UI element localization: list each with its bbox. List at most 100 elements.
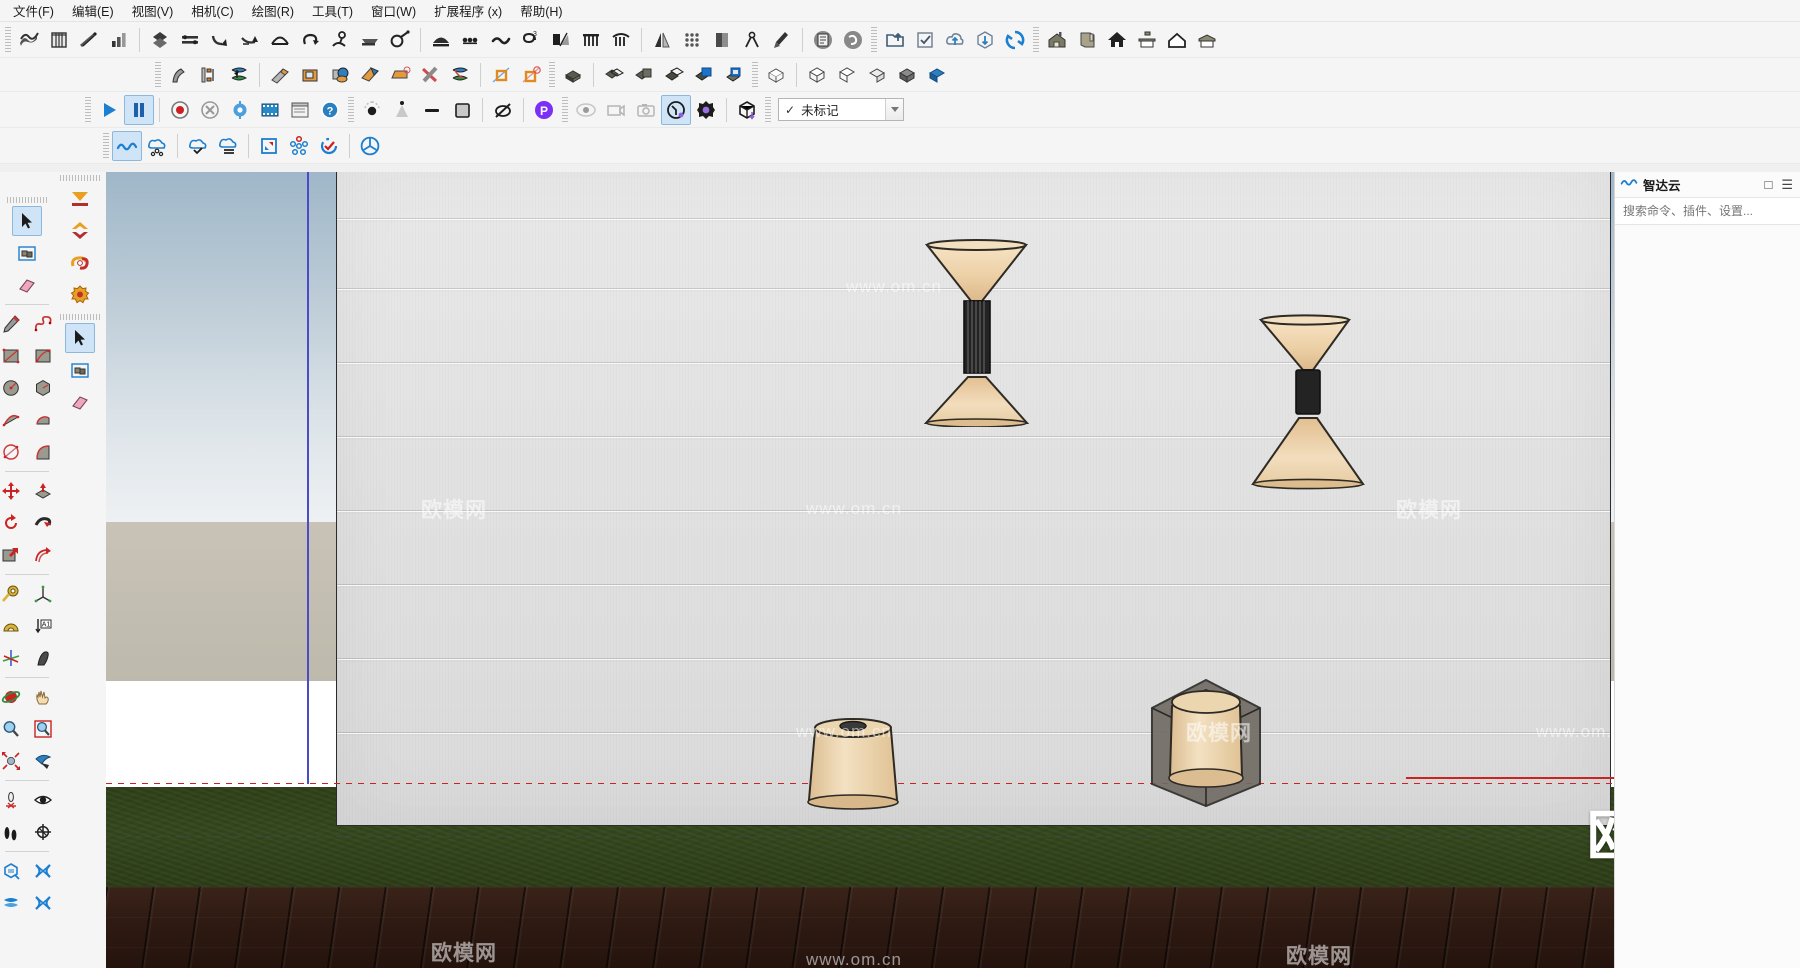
select-box-icon[interactable] — [65, 355, 95, 385]
walk-icon[interactable] — [0, 817, 26, 847]
wedge-icon[interactable] — [265, 60, 295, 90]
ext-cube-icon[interactable] — [0, 856, 26, 886]
fence-icon[interactable] — [576, 25, 606, 55]
solid-split-icon[interactable] — [295, 25, 325, 55]
box-cut-icon[interactable] — [295, 60, 325, 90]
menu-view[interactable]: 视图(V) — [123, 0, 183, 22]
stop-icon[interactable] — [195, 95, 225, 125]
pendant-lamp-small[interactable] — [1251, 312, 1366, 492]
house-flat-icon[interactable] — [1192, 25, 1222, 55]
toolbar-grip[interactable] — [871, 26, 877, 53]
solid-blue2-icon[interactable] — [719, 60, 749, 90]
circle-icon[interactable] — [0, 373, 26, 403]
book-icon[interactable] — [707, 25, 737, 55]
sandbox-grid-icon[interactable] — [44, 25, 74, 55]
cleanup-icon[interactable] — [767, 25, 797, 55]
checkbox-icon[interactable] — [910, 25, 940, 55]
move-icon[interactable] — [0, 476, 26, 506]
cloud-share-icon[interactable] — [142, 131, 172, 161]
scale-icon[interactable] — [0, 540, 26, 570]
area-light-icon[interactable] — [447, 95, 477, 125]
array-icon[interactable] — [677, 25, 707, 55]
dynamic-component-icon[interactable] — [325, 25, 355, 55]
gear-orange-icon[interactable] — [65, 280, 95, 310]
sun-icon[interactable] — [661, 94, 691, 125]
photo-icon[interactable] — [631, 95, 661, 125]
no-light-icon[interactable] — [488, 95, 518, 125]
table-lamp-round[interactable] — [793, 712, 913, 817]
toolbar-grip[interactable] — [752, 61, 758, 88]
solid-union-icon[interactable] — [145, 25, 175, 55]
round-corner-icon[interactable] — [325, 60, 355, 90]
fold-icon[interactable] — [355, 60, 385, 90]
camera-frame-icon[interactable] — [601, 95, 631, 125]
tag-select[interactable]: ✓ 未标记 — [778, 98, 904, 121]
home-icon[interactable] — [1102, 25, 1132, 55]
menu-file[interactable]: 文件(F) — [4, 0, 63, 22]
orbit-icon[interactable] — [0, 682, 26, 712]
toolbar-grip[interactable] — [562, 96, 568, 123]
rotate-icon[interactable] — [0, 508, 26, 538]
shaded-cube-icon[interactable] — [892, 60, 922, 90]
open-folder-up-icon[interactable] — [880, 25, 910, 55]
menu-edit[interactable]: 编辑(E) — [63, 0, 123, 22]
solid-union2-icon[interactable] — [659, 60, 689, 90]
arc3p-icon[interactable] — [0, 437, 26, 467]
toolbar-grip[interactable] — [348, 96, 354, 123]
select-arrow-icon[interactable] — [11, 206, 42, 236]
zoom-icon[interactable] — [0, 714, 26, 744]
sandbox-stamp-icon[interactable] — [104, 25, 134, 55]
menu-window[interactable]: 窗口(W) — [362, 0, 425, 22]
protractor-icon[interactable] — [0, 611, 26, 641]
table-lamp-square[interactable] — [1146, 672, 1266, 812]
follow-path-icon[interactable] — [224, 60, 254, 90]
axes-origin-icon[interactable] — [0, 643, 26, 673]
cloud-upload-icon[interactable] — [940, 25, 970, 55]
wire-cube2-icon[interactable] — [802, 60, 832, 90]
solid-stack-icon[interactable] — [558, 60, 588, 90]
model-download-icon[interactable] — [970, 25, 1000, 55]
wire-cube-icon[interactable] — [761, 60, 791, 90]
resize-icon[interactable] — [254, 131, 284, 161]
arc-curve-icon[interactable] — [426, 25, 456, 55]
shading-icon[interactable] — [546, 25, 576, 55]
panel-maximize-button[interactable]: □ — [1764, 177, 1772, 193]
toolbar-grip[interactable] — [59, 314, 100, 320]
wire-cube4-icon[interactable] — [862, 60, 892, 90]
film-icon[interactable] — [255, 95, 285, 125]
toolbar-grip[interactable] — [155, 61, 161, 88]
eraser-icon[interactable] — [65, 387, 95, 417]
lasso-orange-icon[interactable] — [65, 248, 95, 278]
pause-icon[interactable] — [124, 94, 154, 125]
book-3d-icon[interactable] — [1072, 25, 1102, 55]
square-delete-icon[interactable] — [516, 60, 546, 90]
toolbar-grip[interactable] — [5, 26, 11, 53]
chrome-circle-icon[interactable] — [355, 131, 385, 161]
point-light-icon[interactable] — [357, 95, 387, 125]
house-chimney-icon[interactable] — [1132, 25, 1162, 55]
linear-light-icon[interactable] — [417, 95, 447, 125]
toolbar-grip[interactable] — [59, 175, 100, 181]
pencil-shape-icon[interactable] — [164, 60, 194, 90]
spiral-icon[interactable]: 3 — [516, 25, 546, 55]
settings-blue-icon[interactable] — [225, 95, 255, 125]
dynamic-interact-icon[interactable] — [355, 25, 385, 55]
advanced-attributes-icon[interactable] — [385, 25, 415, 55]
solid-wire-icon[interactable] — [599, 60, 629, 90]
ext-layers-icon[interactable] — [0, 888, 26, 918]
house-outline-icon[interactable] — [1162, 25, 1192, 55]
select-box-icon[interactable] — [12, 238, 42, 268]
record-icon[interactable] — [165, 95, 195, 125]
sandbox-slope-icon[interactable] — [74, 25, 104, 55]
solid-intersect-icon[interactable] — [265, 25, 295, 55]
rectangle-icon[interactable] — [0, 341, 26, 371]
mirror-icon[interactable] — [647, 25, 677, 55]
menu-camera[interactable]: 相机(C) — [182, 0, 242, 22]
wire-cube3-icon[interactable] — [832, 60, 862, 90]
play-icon[interactable] — [94, 95, 124, 125]
gear-purple-icon[interactable] — [691, 95, 721, 125]
pencil-icon[interactable] — [0, 309, 26, 339]
toolbar-grip[interactable] — [103, 132, 109, 159]
chevron-down-red-icon[interactable] — [65, 216, 95, 246]
zoom-extents-icon[interactable] — [0, 746, 26, 776]
